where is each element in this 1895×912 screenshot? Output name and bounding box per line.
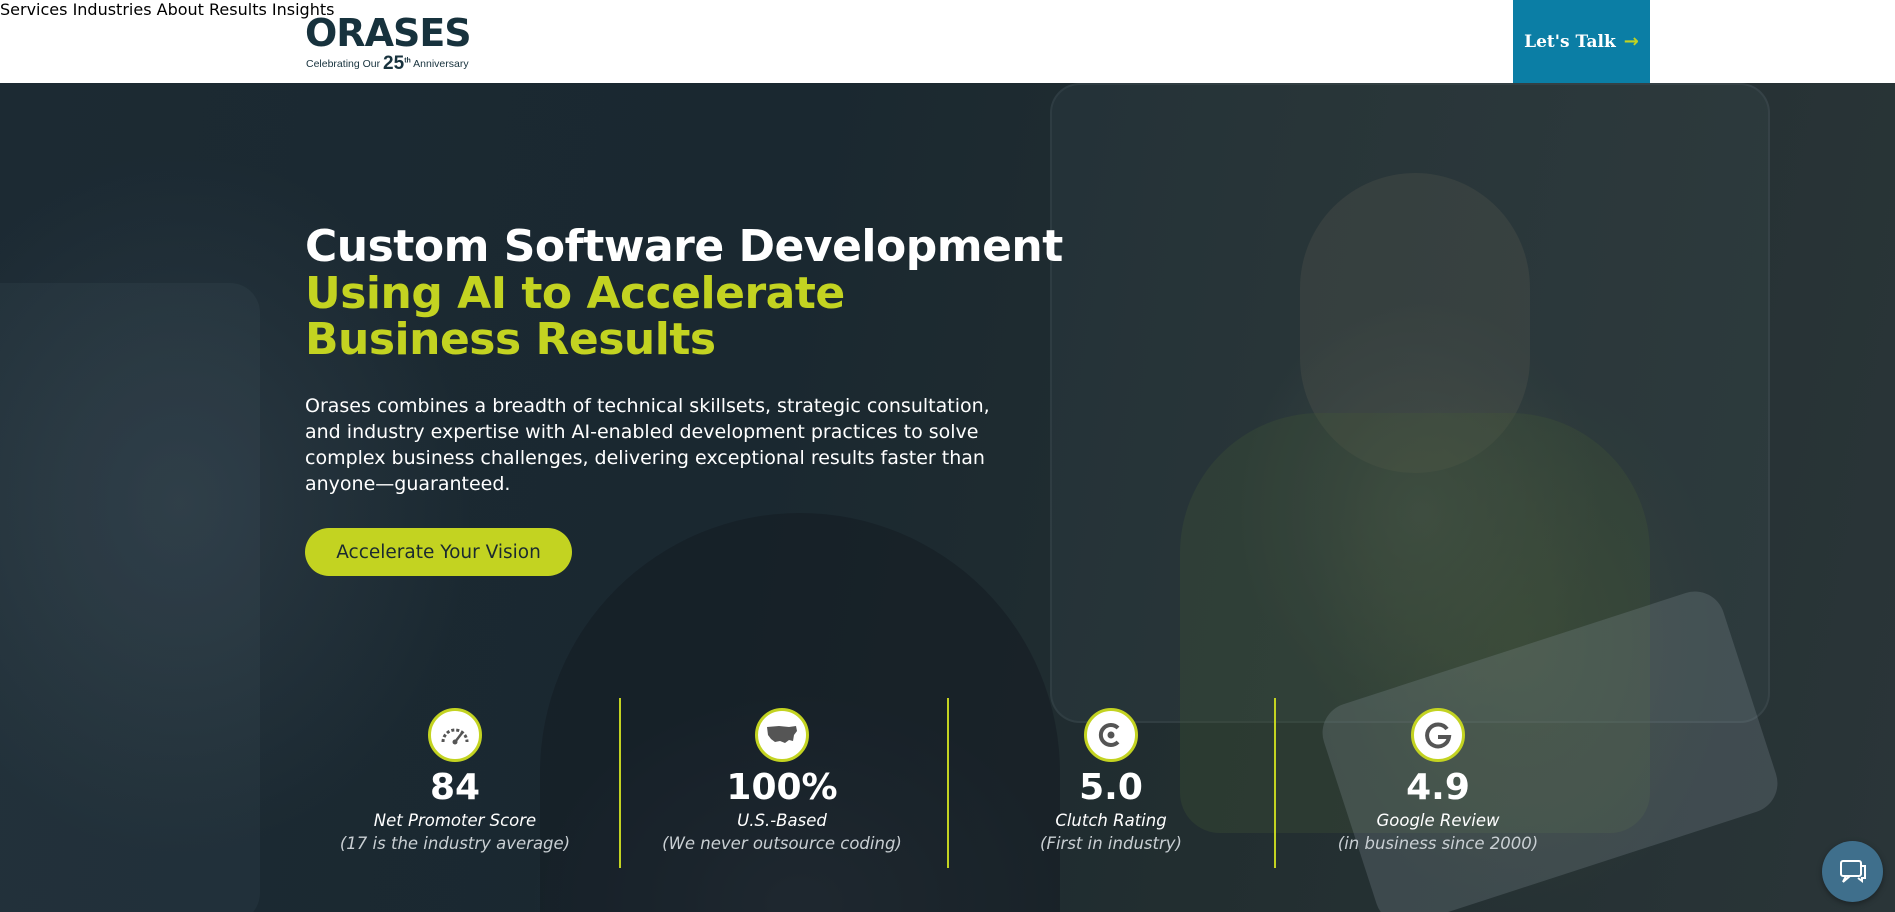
stat-divider — [619, 698, 621, 868]
stat-sub: (We never outsource coding) — [662, 834, 902, 853]
nav-results[interactable]: Results — [209, 0, 267, 19]
stat-value: 84 — [429, 767, 481, 808]
usa-map-icon — [755, 708, 809, 762]
stat-net-promoter: 84 Net Promoter Score (17 is the industr… — [305, 708, 605, 856]
stat-divider — [1274, 698, 1276, 868]
chat-bubble-icon[interactable] — [1822, 841, 1883, 902]
stat-sub: (17 is the industry average) — [339, 834, 571, 853]
logo-tagline-sup: th — [404, 57, 411, 65]
nav-industries[interactable]: Industries — [73, 0, 152, 19]
stat-value: 100% — [726, 767, 838, 808]
stat-value: 4.9 — [1406, 767, 1470, 808]
stat-label: Net Promoter Score — [373, 811, 537, 830]
stat-label: U.S.-Based — [737, 811, 827, 830]
logo-tagline-pre: Celebrating Our — [306, 58, 381, 70]
stat-value: 5.0 — [1079, 767, 1143, 808]
lets-talk-button[interactable]: Let's Talk → — [1513, 0, 1650, 83]
hero-intro: Orases combines a breadth of technical s… — [305, 395, 990, 495]
stat-clutch: 5.0 Clutch Rating (First in industry) — [961, 708, 1261, 856]
hero-title-line1: Custom Software Development — [305, 221, 1063, 272]
logo-tagline-number: 25 — [383, 53, 405, 74]
accelerate-vision-button[interactable]: Accelerate Your Vision — [305, 528, 572, 576]
nav-services[interactable]: Services — [0, 0, 67, 19]
nav-about[interactable]: About — [157, 0, 204, 19]
stat-sub: (First in industry) — [1040, 834, 1182, 853]
orases-logo[interactable]: ORASES Celebrating Our 25th Anniversary — [305, 11, 490, 74]
gauge-icon — [428, 708, 482, 762]
google-logo-icon — [1411, 708, 1465, 762]
stat-us-based: 100% U.S.-Based (We never outsource codi… — [632, 708, 932, 856]
logo-tagline: Celebrating Our 25th Anniversary — [306, 51, 469, 74]
hero-title-line2: Using AI to Accelerate Business Results — [305, 268, 845, 365]
logo-wordmark: ORASES — [305, 11, 472, 55]
background-chair — [0, 283, 260, 912]
logo-tagline-post: Anniversary — [413, 58, 469, 70]
stat-label: Clutch Rating — [1055, 811, 1167, 830]
stat-google: 4.9 Google Review (in business since 200… — [1288, 708, 1588, 856]
stat-label: Google Review — [1376, 811, 1500, 830]
site-header: ORASES Celebrating Our 25th Anniversary … — [0, 0, 1895, 83]
arrow-right-icon: → — [1623, 31, 1639, 52]
stat-sub: (in business since 2000) — [1337, 834, 1539, 853]
clutch-logo-icon — [1084, 708, 1138, 762]
stat-divider — [947, 698, 949, 868]
lets-talk-label: Let's Talk — [1524, 31, 1616, 52]
